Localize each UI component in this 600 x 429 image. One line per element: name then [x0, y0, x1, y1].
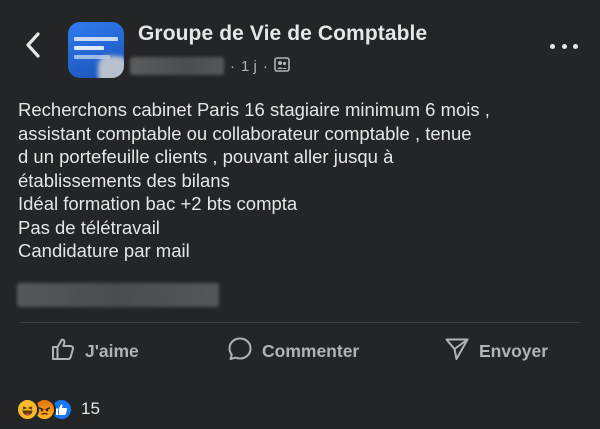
post-screen: Groupe de Vie de Comptable · 1 j · Reche… [0, 0, 600, 429]
author-name-redacted[interactable] [130, 57, 224, 75]
comment-label: Commenter [262, 340, 360, 361]
action-bar: J'aime Commenter Envoyer [0, 330, 600, 372]
like-button[interactable]: J'aime [50, 330, 139, 372]
post-meta: · 1 j · [130, 55, 290, 77]
chevron-left-icon [25, 31, 41, 63]
more-options-button[interactable] [550, 38, 578, 54]
send-arrow-icon [444, 336, 470, 367]
post-line: Recherchons cabinet Paris 16 stagiaire m… [18, 99, 490, 120]
group-members-icon [274, 56, 290, 76]
post-line: Pas de télétravail [18, 216, 160, 238]
post-text: Recherchons cabinet Paris 16 stagiaire m… [18, 98, 588, 263]
haha-reaction-icon [16, 397, 39, 421]
group-name-link[interactable]: Groupe de Vie de Comptable [138, 22, 427, 46]
more-dot [573, 43, 578, 49]
post-line: établissements des bilans [18, 169, 230, 191]
post-timestamp[interactable]: 1 j [241, 58, 257, 75]
divider [20, 322, 580, 323]
send-button[interactable]: Envoyer [444, 330, 548, 372]
comment-button[interactable]: Commenter [227, 330, 359, 372]
meta-separator-2: · [262, 57, 268, 75]
send-label: Envoyer [479, 340, 549, 361]
like-label: J'aime [85, 340, 139, 361]
reaction-count: 15 [81, 399, 100, 418]
group-avatar[interactable] [68, 22, 124, 78]
more-horizontal-icon [550, 43, 555, 49]
reactions-summary[interactable]: 15 [16, 396, 100, 422]
post-line: Idéal formation bac +2 bts compta [18, 193, 298, 214]
meta-separator: · [230, 57, 235, 75]
more-dot [561, 43, 567, 49]
post-line: d un portefeuille clients , pouvant alle… [18, 146, 394, 167]
post-line: Candidature par mail [18, 240, 190, 261]
email-redacted [17, 283, 219, 307]
back-button[interactable] [18, 30, 48, 64]
thumbs-up-icon [50, 336, 76, 367]
author-avatar[interactable] [98, 56, 124, 78]
post-line: assistant comptable ou collaborateur com… [18, 122, 472, 144]
comment-bubble-icon [227, 336, 253, 367]
